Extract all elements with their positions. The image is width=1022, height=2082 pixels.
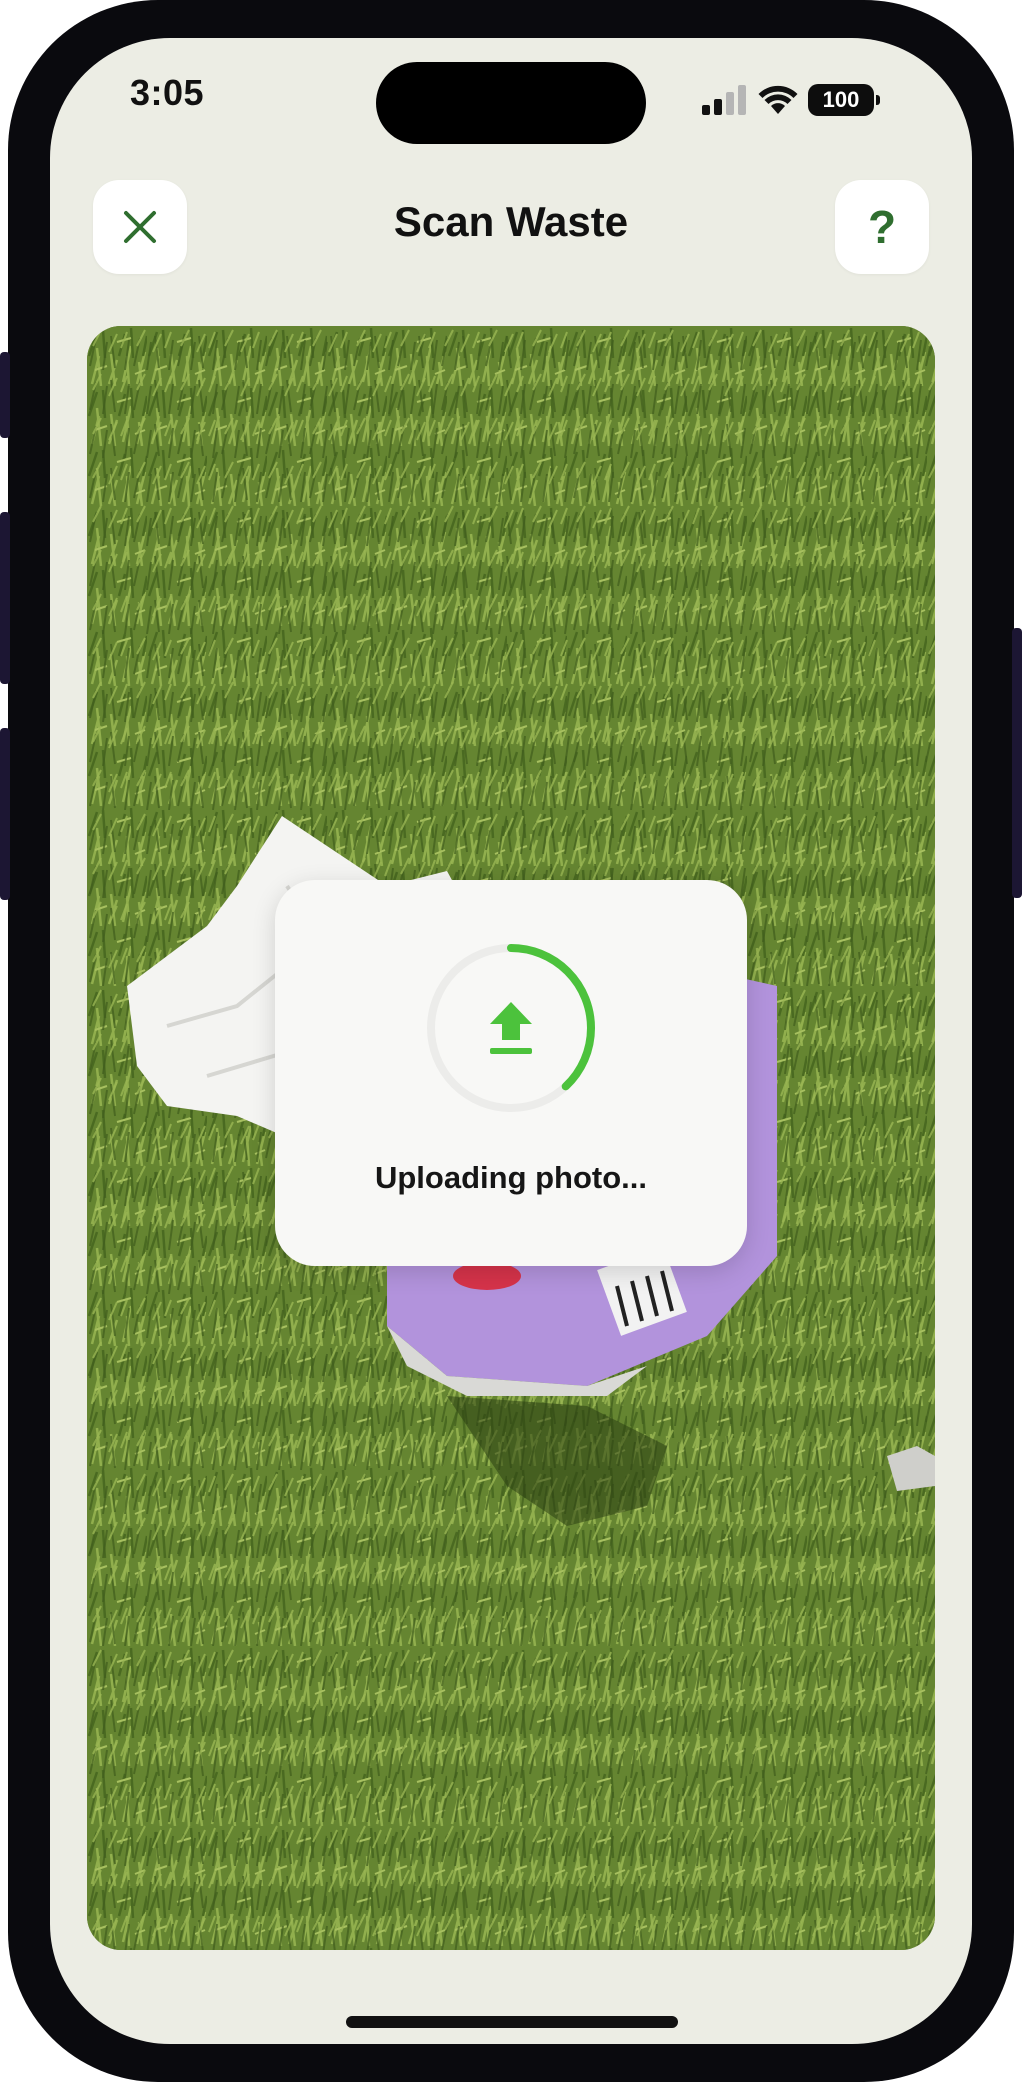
dynamic-island xyxy=(376,62,646,144)
help-button[interactable]: ? xyxy=(835,180,929,274)
volume-up-button xyxy=(0,512,10,684)
upload-arrow-icon xyxy=(490,1002,532,1054)
volume-down-button xyxy=(0,728,10,900)
upload-dialog: Uploading photo... xyxy=(275,880,747,1266)
status-icons: 100 xyxy=(702,82,880,118)
power-button xyxy=(1012,628,1022,898)
status-time: 3:05 xyxy=(130,72,205,113)
home-indicator[interactable] xyxy=(346,2016,678,2028)
upload-status-text: Uploading photo... xyxy=(374,1160,648,1195)
cellular-signal-icon xyxy=(702,85,746,115)
action-button xyxy=(0,352,10,438)
wifi-icon xyxy=(758,85,798,114)
help-icon: ? xyxy=(867,201,897,253)
battery-indicator: 100 xyxy=(808,84,880,116)
